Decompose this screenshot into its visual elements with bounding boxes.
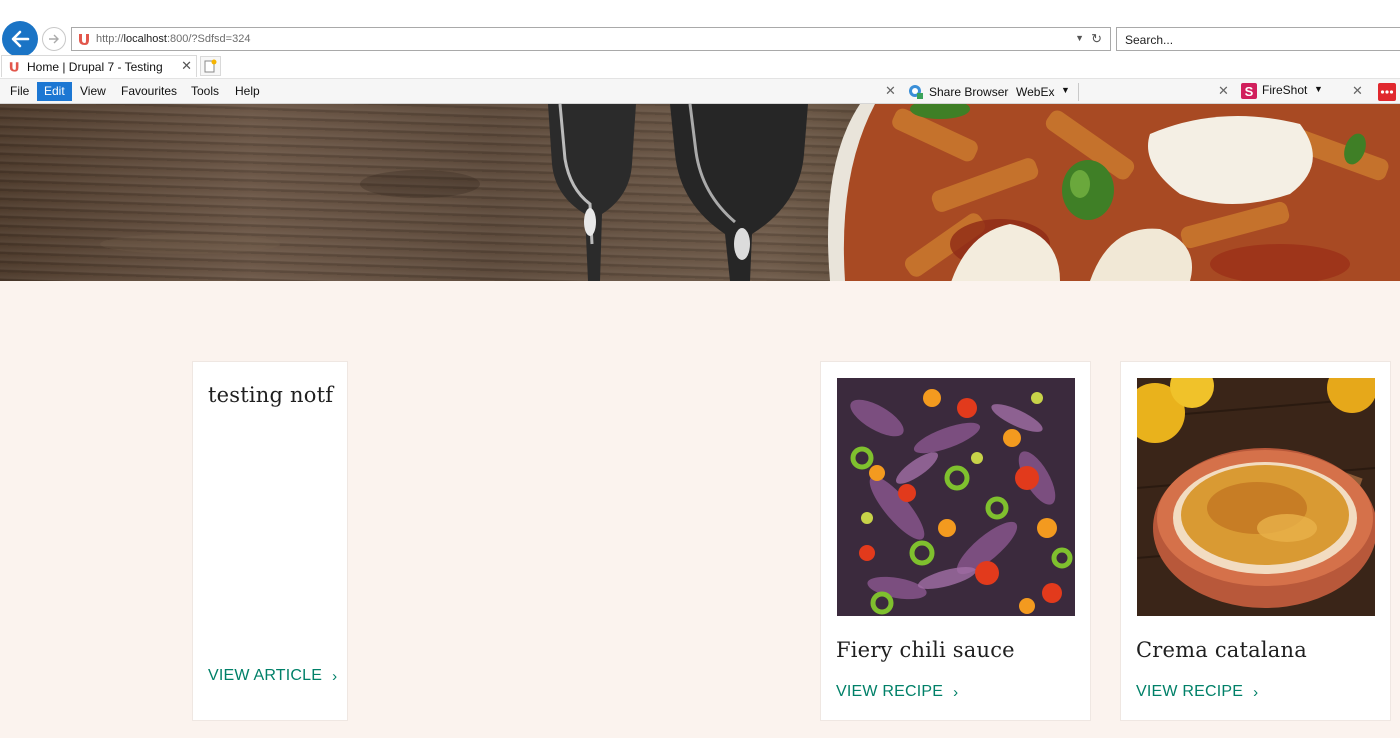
forward-button[interactable]	[42, 27, 66, 51]
share-browser-icon	[909, 85, 923, 99]
menu-file[interactable]: File	[3, 82, 36, 101]
browser-chrome: http://localhost:800/?Sdfsd=324 ▼ ↻ Sear…	[0, 0, 1400, 104]
fireshot-icon: S	[1241, 83, 1257, 99]
menu-help[interactable]: Help	[228, 82, 267, 101]
article-title[interactable]: testing notf	[208, 383, 333, 407]
address-bar[interactable]: http://localhost:800/?Sdfsd=324 ▼ ↻	[71, 27, 1111, 51]
webex-dropdown-icon[interactable]: ▼	[1061, 85, 1070, 95]
chevron-right-icon: ›	[953, 683, 959, 701]
recipe-image[interactable]	[837, 378, 1075, 616]
tab-favicon-icon	[9, 62, 19, 72]
view-article-link[interactable]: VIEW ARTICLE ›	[208, 667, 337, 685]
tab-home[interactable]: Home | Drupal 7 - Testing ✕	[1, 55, 197, 77]
back-button[interactable]	[2, 21, 38, 57]
hero-banner	[0, 104, 1400, 281]
fork-icon-2	[670, 104, 808, 281]
fireshot-button[interactable]: FireShot	[1262, 83, 1307, 97]
recipe-card: Crema catalana VIEW RECIPE ›	[1120, 361, 1391, 721]
fireshot-dropdown-icon[interactable]: ▼	[1314, 84, 1323, 94]
tab-close-icon[interactable]: ✕	[181, 58, 192, 74]
tab-title: Home | Drupal 7 - Testing	[27, 60, 163, 74]
address-url[interactable]: http://localhost:800/?Sdfsd=324	[96, 33, 250, 45]
new-tab-icon	[204, 59, 217, 73]
new-tab-button[interactable]	[200, 56, 221, 76]
crema-catalana-image	[1137, 378, 1375, 616]
menu-bar: File Edit View Favourites Tools Help ✕ S…	[0, 78, 1400, 104]
view-recipe-label: VIEW RECIPE	[1136, 683, 1244, 700]
view-recipe-link[interactable]: VIEW RECIPE ›	[836, 683, 958, 701]
chevron-right-icon: ›	[332, 667, 338, 685]
refresh-icon[interactable]: ↻	[1091, 31, 1102, 47]
address-dropdown-icon[interactable]: ▼	[1075, 33, 1084, 43]
view-recipe-link[interactable]: VIEW RECIPE ›	[1136, 683, 1258, 701]
recipe-title[interactable]: Fiery chili sauce	[836, 638, 1015, 662]
toolbar-close-icon-2[interactable]: ✕	[1218, 83, 1229, 99]
search-input[interactable]: Search...	[1116, 27, 1400, 51]
toolbar-close-icon[interactable]: ✕	[885, 83, 896, 99]
back-arrow-icon	[11, 30, 30, 48]
view-recipe-label: VIEW RECIPE	[836, 683, 944, 700]
recipe-title[interactable]: Crema catalana	[1136, 638, 1307, 662]
forward-arrow-icon	[49, 34, 59, 44]
site-favicon-icon	[79, 34, 89, 45]
svg-text:S: S	[1245, 84, 1254, 99]
menu-view[interactable]: View	[73, 82, 113, 101]
recipe-image[interactable]	[1137, 378, 1375, 616]
menu-edit[interactable]: Edit	[37, 82, 72, 101]
menu-tools[interactable]: Tools	[184, 82, 226, 101]
recipe-card: Fiery chili sauce VIEW RECIPE ›	[820, 361, 1091, 721]
search-placeholder: Search...	[1125, 33, 1174, 47]
chili-salad-image	[837, 378, 1075, 616]
toolbar-divider	[1078, 83, 1079, 101]
view-article-label: VIEW ARTICLE	[208, 667, 323, 684]
fork-icon	[548, 104, 636, 281]
chevron-right-icon: ›	[1253, 683, 1259, 701]
webex-button[interactable]: WebEx	[1016, 85, 1054, 99]
extension-more-icon[interactable]	[1378, 83, 1396, 101]
menu-favourites[interactable]: Favourites	[114, 82, 184, 101]
toolbar-close-icon-3[interactable]: ✕	[1352, 83, 1363, 99]
hero-food-image	[100, 104, 1400, 281]
share-browser-button[interactable]: Share Browser	[929, 85, 1008, 99]
article-card: testing notf VIEW ARTICLE ›	[192, 361, 348, 721]
